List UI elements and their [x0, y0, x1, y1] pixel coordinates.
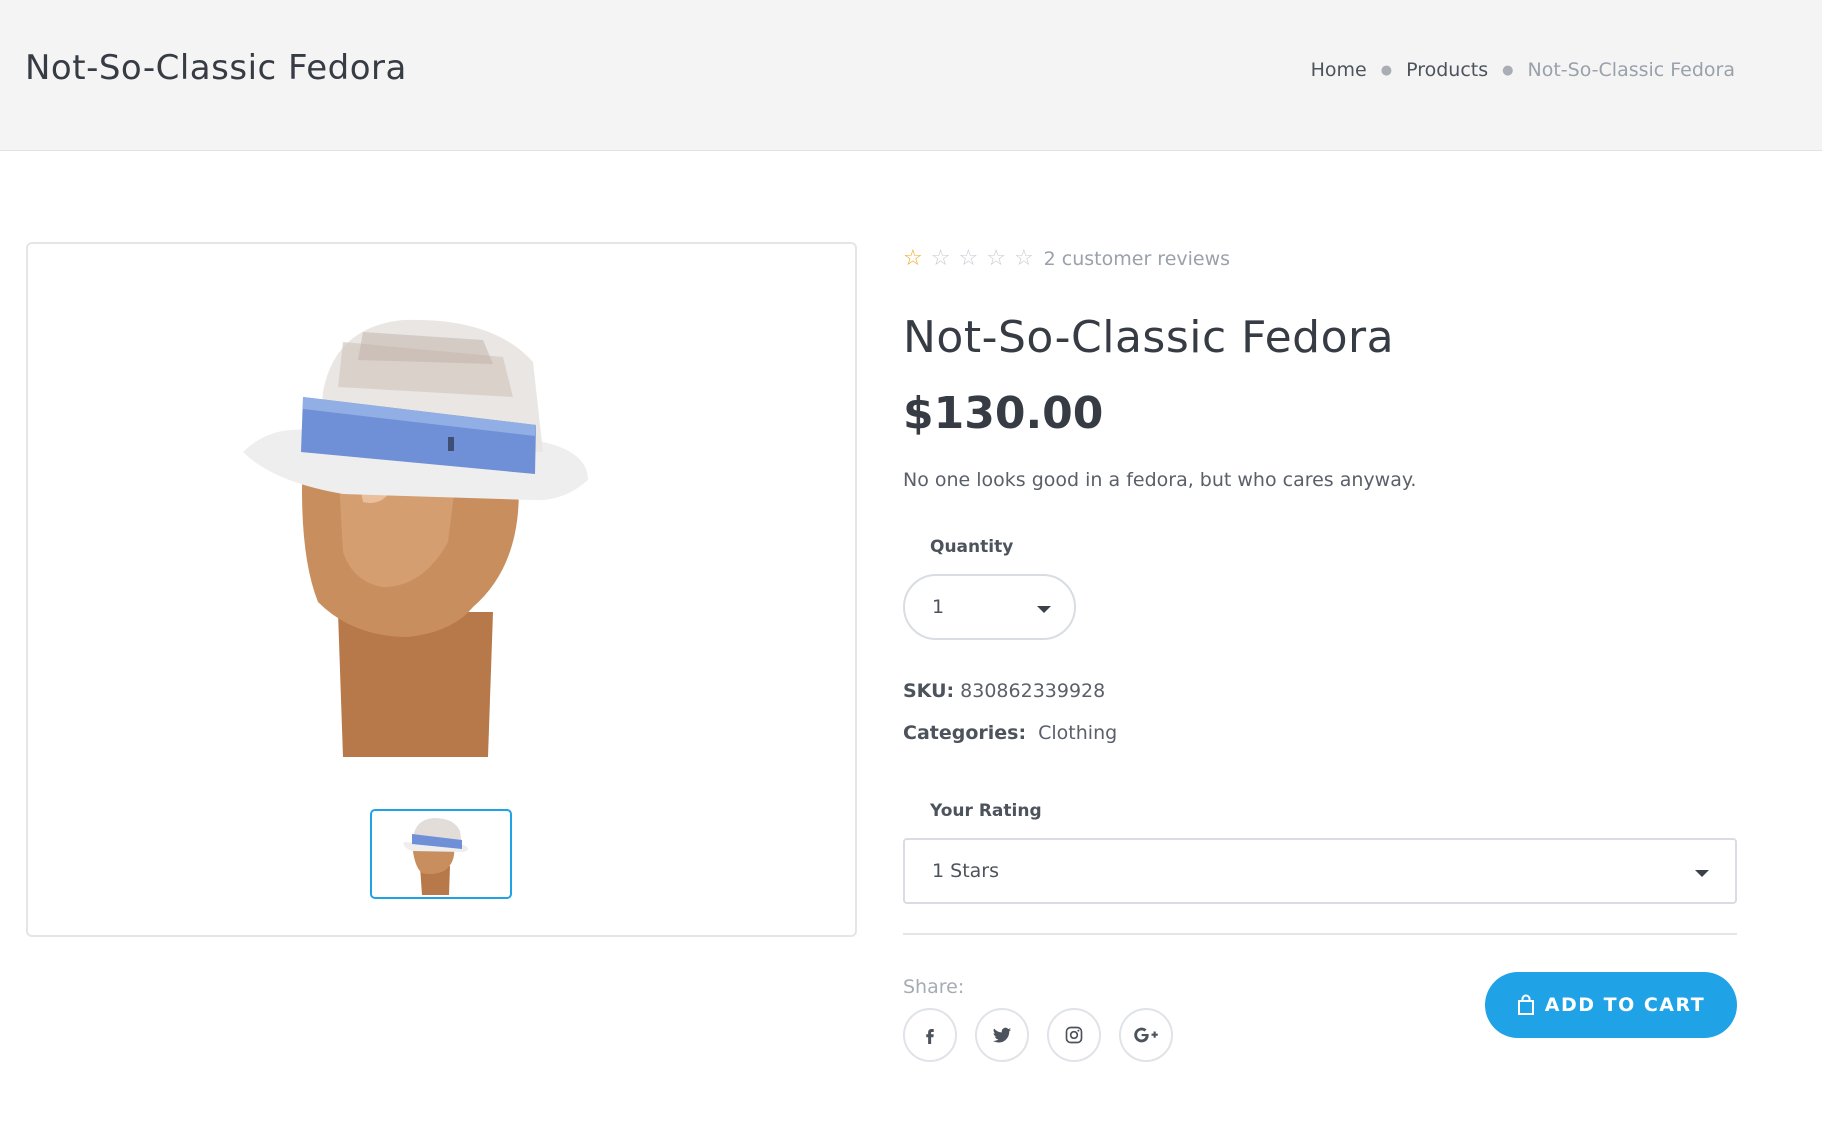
quantity-value: 1	[932, 596, 945, 618]
star-filled-icon: ☆	[903, 246, 923, 271]
product-price: $130.00	[903, 388, 1104, 439]
sku-value: 830862339928	[960, 680, 1106, 702]
chevron-down-icon	[1037, 606, 1051, 613]
product-description: No one looks good in a fedora, but who c…	[903, 469, 1417, 491]
your-rating-select[interactable]: 1 Stars	[903, 838, 1737, 904]
sku-label: SKU	[903, 680, 947, 702]
product-image[interactable]	[243, 302, 673, 762]
your-rating-value: 1 Stars	[932, 860, 999, 882]
share-label: Share:	[903, 976, 965, 998]
star-empty-icon: ☆	[986, 246, 1006, 271]
add-to-cart-button[interactable]: ADD TO CART	[1485, 972, 1737, 1038]
quantity-select[interactable]: 1	[903, 574, 1076, 640]
product-rating: ☆ ☆ ☆ ☆ ☆ 2 customer reviews	[903, 246, 1230, 271]
facebook-button[interactable]	[903, 1008, 957, 1062]
star-empty-icon: ☆	[958, 246, 979, 271]
shopping-bag-icon	[1517, 994, 1534, 1015]
star-empty-icon: ☆	[930, 246, 951, 271]
header-title: Not-So-Classic Fedora	[25, 48, 407, 88]
google-plus-icon	[1134, 1027, 1158, 1043]
star-empty-icon: ☆	[1013, 246, 1034, 271]
categories-row: Categories: Clothing	[903, 722, 1117, 744]
product-thumbnail[interactable]	[370, 809, 512, 899]
sku-row: SKU: 830862339928	[903, 680, 1105, 702]
your-rating-label: Your Rating	[930, 801, 1042, 821]
google-plus-button[interactable]	[1119, 1008, 1173, 1062]
instagram-button[interactable]	[1047, 1008, 1101, 1062]
twitter-icon	[992, 1027, 1012, 1043]
divider	[903, 933, 1737, 935]
add-to-cart-label: ADD TO CART	[1544, 994, 1706, 1016]
categories-colon: :	[1018, 722, 1027, 744]
product-title: Not-So-Classic Fedora	[903, 312, 1395, 363]
product-info: ☆ ☆ ☆ ☆ ☆ 2 customer reviews Not-So-Clas…	[903, 0, 1737, 1142]
sku-colon: :	[946, 680, 955, 702]
instagram-icon	[1065, 1026, 1083, 1044]
facebook-icon	[926, 1029, 934, 1044]
chevron-down-icon	[1695, 870, 1709, 877]
reviews-link[interactable]: 2 customer reviews	[1044, 248, 1230, 270]
category-link[interactable]: Clothing	[1038, 722, 1117, 744]
quantity-label: Quantity	[930, 537, 1014, 557]
product-gallery	[26, 242, 857, 937]
twitter-button[interactable]	[975, 1008, 1029, 1062]
categories-label: Categories	[903, 722, 1019, 744]
